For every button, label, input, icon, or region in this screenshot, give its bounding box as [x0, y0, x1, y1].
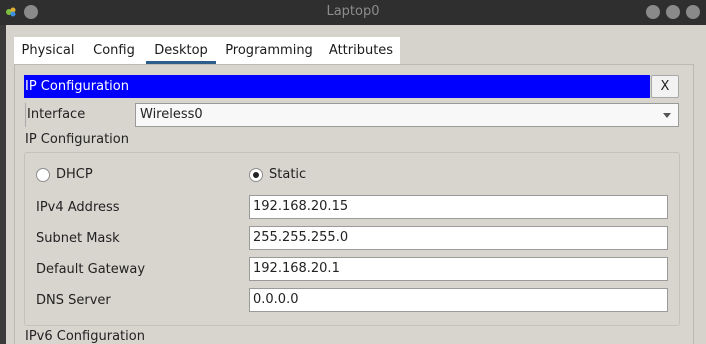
minimize-button[interactable]	[646, 5, 660, 19]
interface-label: Interface	[25, 103, 135, 127]
window-title: Laptop0	[326, 4, 380, 19]
subnet-mask-label: Subnet Mask	[36, 231, 120, 246]
ipv4-address-input[interactable]: 192.168.20.15	[249, 195, 668, 219]
tab-config[interactable]: Config	[82, 37, 146, 64]
dhcp-label: DHCP	[56, 167, 93, 182]
tab-physical[interactable]: Physical	[14, 37, 82, 64]
close-window-button[interactable]	[686, 5, 700, 19]
tab-attributes[interactable]: Attributes	[322, 37, 400, 64]
default-gateway-input[interactable]: 192.168.20.1	[249, 257, 668, 281]
dns-server-input[interactable]: 0.0.0.0	[249, 288, 668, 312]
tab-bar: Physical Config Desktop Programming Attr…	[14, 37, 400, 64]
tab-desktop[interactable]: Desktop	[146, 37, 216, 64]
static-radio[interactable]	[249, 168, 263, 182]
ipv6-section-title: IPv6 Configuration	[25, 329, 145, 344]
subnet-mask-input[interactable]: 255.255.255.0	[249, 226, 668, 250]
dns-server-label: DNS Server	[36, 293, 111, 308]
laptop-window: Laptop0 Physical Config Desktop Programm…	[0, 0, 706, 344]
static-label: Static	[269, 167, 307, 182]
tab-programming[interactable]: Programming	[216, 37, 322, 64]
ipv4-address-label: IPv4 Address	[36, 200, 120, 215]
dhcp-radio[interactable]	[36, 168, 50, 182]
maximize-button[interactable]	[666, 5, 680, 19]
default-gateway-label: Default Gateway	[36, 262, 146, 277]
interface-select-value: Wireless0	[140, 107, 203, 122]
panel-title: IP Configuration	[24, 75, 650, 98]
interface-select[interactable]: Wireless0	[135, 103, 679, 127]
ipv4-section-title: IP Configuration	[25, 132, 129, 147]
chevron-down-icon	[663, 113, 671, 118]
title-bar: Laptop0	[0, 0, 706, 25]
close-panel-button[interactable]: X	[651, 75, 679, 98]
window-border	[0, 25, 6, 344]
